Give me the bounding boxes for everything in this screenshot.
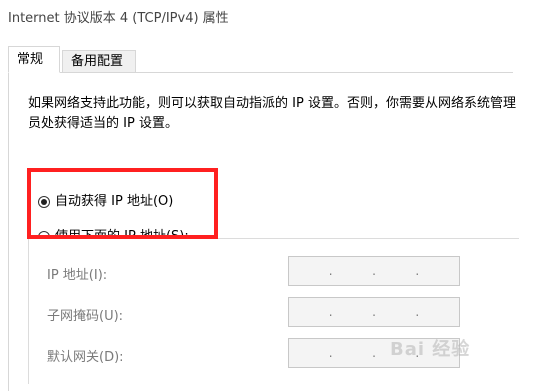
- highlight-annotation-box: [27, 168, 218, 239]
- panel-border: [8, 72, 9, 391]
- subnet-mask-label: 子网掩码(U):: [47, 309, 124, 324]
- tab-general[interactable]: 常规: [8, 46, 60, 73]
- subnet-mask-input[interactable]: ...: [288, 297, 460, 327]
- window-title: Internet 协议版本 4 (TCP/IPv4) 属性: [8, 11, 229, 26]
- ip-address-input[interactable]: ...: [288, 256, 460, 286]
- tab-divider: [8, 72, 513, 73]
- default-gateway-label: 默认网关(D):: [47, 350, 124, 365]
- tab-alternate-config[interactable]: 备用配置: [62, 50, 136, 72]
- watermark-logo: Bai 经验: [390, 339, 471, 360]
- description-text: 如果网络支持此功能，则可以获取自动指派的 IP 设置。否则，你需要从网络系统管理…: [28, 96, 516, 131]
- ip-address-label: IP 地址(I):: [47, 268, 108, 283]
